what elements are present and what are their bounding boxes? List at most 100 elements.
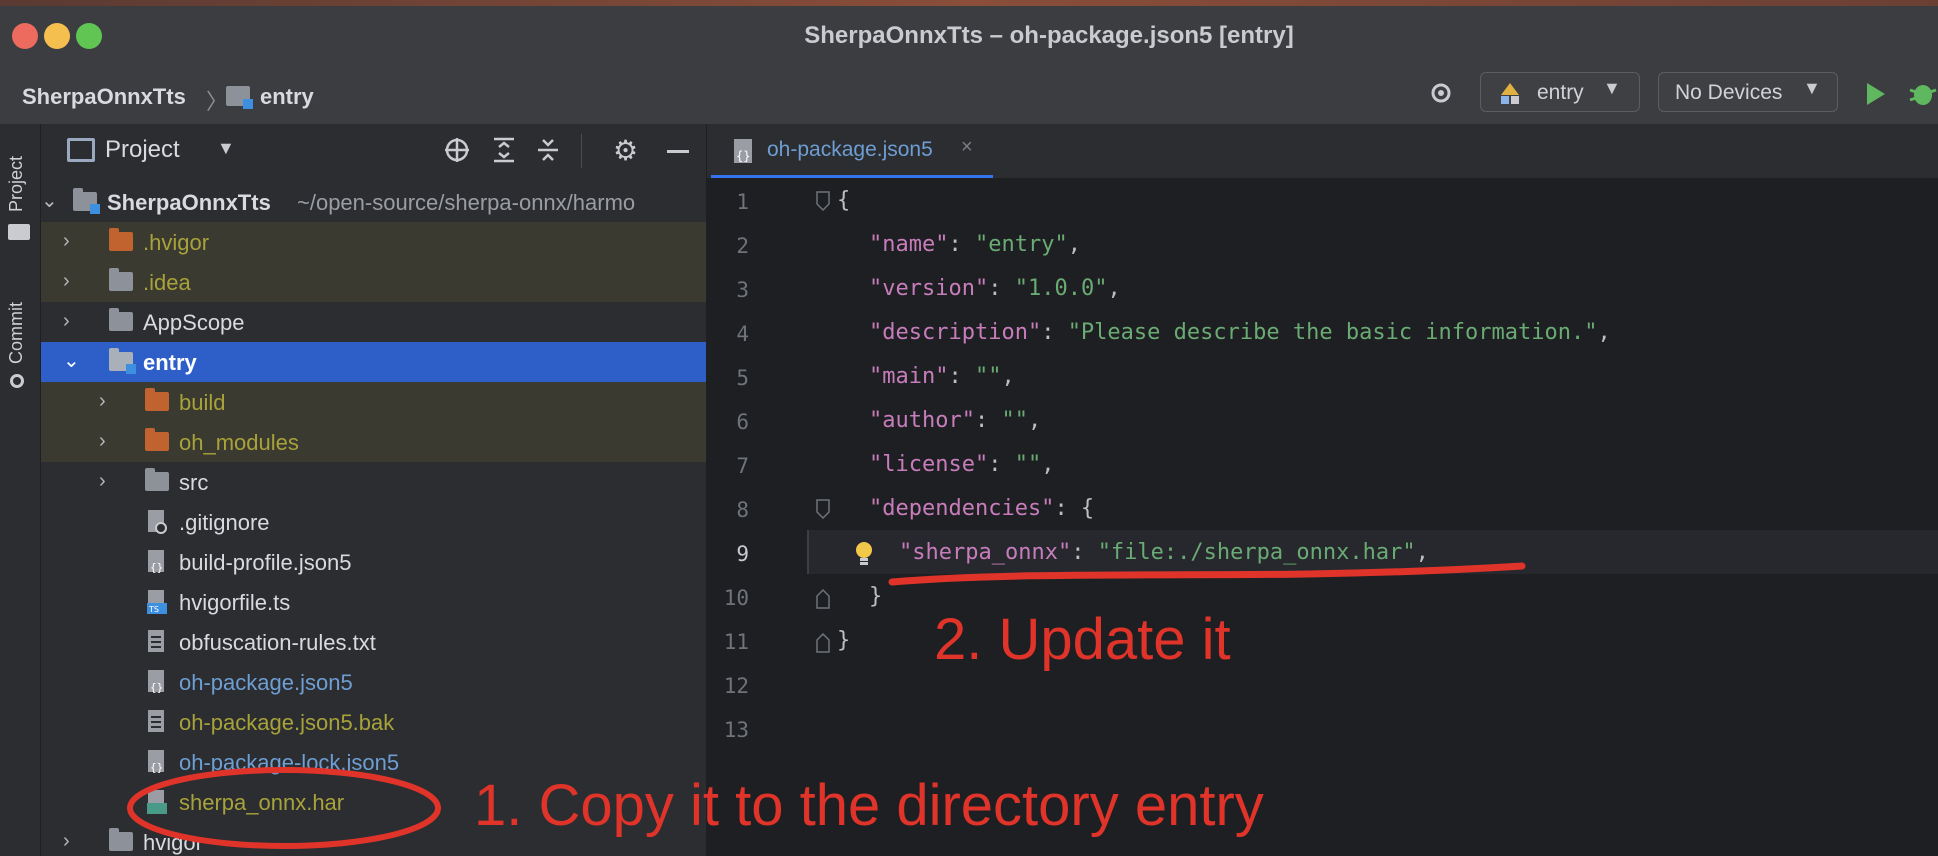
tree-item-label: obfuscation-rules.txt: [179, 630, 376, 655]
json-key: "dependencies": [869, 496, 1055, 521]
fold-end-icon[interactable]: [815, 630, 831, 654]
code-line-4[interactable]: "description": "Please describe the basi…: [869, 320, 1611, 345]
chevron-down-icon[interactable]: ▼: [217, 138, 235, 159]
chevron-right-icon: ›: [63, 310, 70, 332]
project-view-icon: [67, 138, 95, 162]
module-folder-icon: [109, 348, 136, 374]
run-config-icon: [1501, 83, 1519, 104]
run-config-label: entry: [1537, 81, 1584, 104]
tree-item-label: build: [179, 390, 226, 415]
tree-item-build-profile[interactable]: {} build-profile.json5: [41, 542, 706, 582]
code-line-2[interactable]: "name": "entry",: [869, 232, 1081, 257]
json-key: "author": [869, 408, 975, 433]
breadcrumb-module[interactable]: entry: [260, 84, 314, 110]
tree-item-label: oh-package.json5: [179, 670, 353, 695]
code-line-6[interactable]: "author": "",: [869, 408, 1041, 433]
tree-item-entry[interactable]: ⌄ entry: [41, 342, 706, 382]
line-number: 3: [736, 278, 749, 302]
code-line-7[interactable]: "license": "",: [869, 452, 1054, 477]
tree-item-appscope[interactable]: › AppScope: [41, 302, 706, 342]
chevron-down-icon: ⌄: [63, 350, 80, 372]
project-panel-header: Project ▼ ⚙: [41, 124, 706, 178]
tree-item-oh-package[interactable]: {} oh-package.json5: [41, 662, 706, 702]
tree-item-label: AppScope: [143, 310, 245, 335]
project-tool-tab[interactable]: Project: [6, 156, 27, 212]
debug-icon[interactable]: [1908, 78, 1938, 113]
header-divider: [581, 134, 582, 168]
line-number: 2: [736, 234, 749, 258]
tree-item-label: .idea: [143, 270, 191, 295]
json-key: "name": [869, 232, 949, 257]
code-line-1[interactable]: {: [837, 188, 850, 213]
locate-icon[interactable]: [443, 136, 471, 169]
device-select[interactable]: No Devices ▼: [1658, 72, 1838, 112]
run-icon[interactable]: [1864, 80, 1888, 113]
tree-root-path: ~/open-source/sherpa-onnx/harmo: [297, 190, 636, 215]
target-icon[interactable]: [1428, 80, 1454, 106]
tree-item-label: entry: [143, 350, 197, 375]
svg-text:{}: {}: [150, 681, 163, 694]
device-label: No Devices: [1675, 81, 1783, 104]
svg-text:{}: {}: [150, 561, 163, 574]
window-title: SherpaOnnxTts – oh-package.json5 [entry]: [804, 22, 1294, 49]
title-bar: SherpaOnnxTts – oh-package.json5 [entry]: [0, 0, 1938, 70]
hide-panel-icon[interactable]: [667, 150, 689, 153]
desktop-strip: [0, 0, 1938, 6]
tree-item-src[interactable]: › src: [41, 462, 706, 502]
editor-tab-bar: {} oh-package.json5 ×: [707, 124, 1938, 179]
tree-item-hvigorfile[interactable]: TS hvigorfile.ts: [41, 582, 706, 622]
tree-item-gitignore[interactable]: .gitignore: [41, 502, 706, 542]
fold-end-icon[interactable]: [815, 586, 831, 610]
code-line-11[interactable]: }: [837, 628, 850, 653]
chevron-right-icon: ›: [99, 470, 106, 492]
json-value: "": [1001, 408, 1028, 433]
code-line-10[interactable]: }: [869, 584, 882, 609]
project-tool-icon[interactable]: [8, 224, 30, 240]
code-line-8[interactable]: "dependencies": {: [869, 496, 1094, 521]
folder-icon: [145, 388, 169, 411]
line-number: 7: [736, 454, 749, 478]
fold-icon[interactable]: [815, 190, 831, 214]
gear-icon[interactable]: ⚙: [613, 134, 638, 167]
folder-icon: [145, 428, 169, 451]
run-config-select[interactable]: entry ▼: [1480, 72, 1640, 112]
folder-icon: [109, 268, 133, 291]
line-number: 10: [723, 586, 749, 610]
tree-item-oh-package-bak[interactable]: oh-package.json5.bak: [41, 702, 706, 742]
chevron-down-icon: ▼: [1803, 78, 1821, 98]
project-panel-title[interactable]: Project: [105, 136, 180, 164]
lightbulb-icon[interactable]: [853, 540, 875, 573]
commit-tool-tab[interactable]: Commit: [6, 302, 27, 364]
code-line-3[interactable]: "version": "1.0.0",: [869, 276, 1121, 301]
tree-item-label: oh-package.json5.bak: [179, 710, 395, 735]
tab-oh-package-json5[interactable]: {} oh-package.json5 ×: [711, 124, 993, 178]
line-number: 6: [736, 410, 749, 434]
tree-item-build[interactable]: › build: [41, 382, 706, 422]
chevron-down-icon: ▼: [1603, 78, 1621, 98]
tree-root-row[interactable]: ⌄ SherpaOnnxTts ~/open-source/sherpa-onn…: [41, 182, 706, 222]
json-value: "Please describe the basic information.": [1067, 320, 1598, 345]
tree-item-oh-modules[interactable]: › oh_modules: [41, 422, 706, 462]
line-number: 1: [736, 190, 749, 214]
tree-item-label: oh_modules: [179, 430, 299, 455]
tree-item-idea[interactable]: › .idea: [41, 262, 706, 302]
module-folder-icon: [73, 188, 100, 214]
expand-all-icon[interactable]: [491, 136, 517, 169]
chevron-right-icon: ›: [63, 230, 70, 252]
collapse-all-icon[interactable]: [535, 136, 561, 169]
line-number: 12: [723, 674, 749, 698]
gutter-caret-marker: [807, 530, 809, 574]
tree-item-hvigor-dir[interactable]: › .hvigor: [41, 222, 706, 262]
folder-icon: [109, 308, 133, 331]
fold-icon[interactable]: [815, 498, 831, 522]
json-file-icon: {}: [148, 670, 164, 694]
commit-tool-icon[interactable]: [10, 374, 24, 388]
close-tab-icon[interactable]: ×: [961, 136, 973, 159]
breadcrumb-project[interactable]: SherpaOnnxTts: [22, 84, 186, 110]
tree-item-obfuscation-rules[interactable]: obfuscation-rules.txt: [41, 622, 706, 662]
svg-text:{}: {}: [736, 149, 750, 163]
json-value: "": [1014, 452, 1042, 477]
chevron-right-icon: ›: [99, 430, 106, 452]
tree-item-label: .hvigor: [143, 230, 210, 255]
code-line-5[interactable]: "main": "",: [869, 364, 1015, 389]
